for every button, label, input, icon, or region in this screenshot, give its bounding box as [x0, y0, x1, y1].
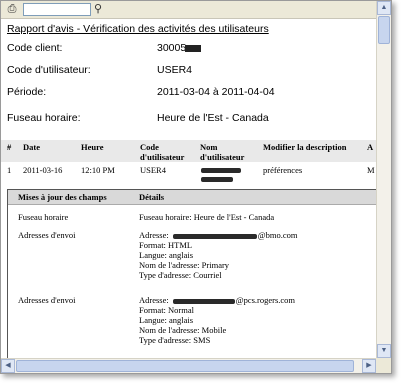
user-code-label: Code d'utilisateur: — [7, 64, 91, 76]
col-code-line1: Code — [140, 142, 159, 152]
address-1-domain: @bmo.com — [257, 230, 298, 240]
row-heure: 12:10 PM — [81, 165, 115, 175]
address-1-type: Type d'adresse: Courriel — [139, 270, 222, 280]
col-date: Date — [23, 142, 40, 152]
col-details: Détails — [139, 192, 165, 202]
report-content: Rapport d'avis - Vérification des activi… — [1, 19, 376, 359]
address-1-language: Langue: anglais — [139, 250, 194, 260]
update-detail-address-2: Adresse: @pcs.rogers.com Format: Normal L… — [139, 295, 295, 345]
row-a: M — [367, 165, 375, 175]
address-2-type: Type d'adresse: SMS — [139, 335, 211, 345]
row-code: USER4 — [140, 165, 166, 175]
row-name-redaction-1 — [201, 168, 241, 173]
col-code: Code d'utilisateur — [140, 142, 184, 162]
field-updates-header: Mises à jour des champs Détails — [8, 190, 376, 205]
user-code-value: USER4 — [157, 64, 193, 76]
update-field-address-2: Adresses d'envoi — [18, 295, 76, 305]
col-heure: Heure — [81, 142, 104, 152]
scroll-right-icon[interactable]: ▶ — [362, 359, 376, 373]
address-2-redaction — [172, 298, 235, 304]
row-desc: préférences — [263, 165, 303, 175]
binoculars-icon[interactable]: ⚲ — [91, 3, 105, 15]
period-value: 2011-03-04 à 2011-04-04 — [157, 86, 275, 98]
col-nom-line2: d'utilisateur — [200, 152, 245, 162]
col-a: A — [367, 142, 374, 152]
scroll-up-icon[interactable]: ▲ — [377, 1, 391, 15]
row-date: 2011-03-16 — [23, 165, 63, 175]
address-2-label: Adresse: — [139, 295, 169, 305]
address-2-language: Langue: anglais — [139, 315, 194, 325]
vertical-scrollbar[interactable]: ▲ ▼ — [376, 1, 391, 358]
client-code-label: Code client: — [7, 42, 63, 54]
update-field-timezone: Fuseau horaire — [18, 212, 69, 222]
timezone-value: Heure de l'Est - Canada — [157, 112, 269, 124]
col-field-updates: Mises à jour des champs — [18, 192, 107, 202]
address-1-name: Nom de l'adresse: Primary — [139, 260, 230, 270]
timezone-label: Fuseau horaire: — [7, 112, 81, 124]
address-2-domain: @pcs.rogers.com — [235, 295, 296, 305]
client-code-value: 30005 — [157, 42, 202, 54]
toolbar: ⎙ ⚲ — [1, 1, 376, 19]
client-code-redaction — [185, 44, 202, 52]
address-1-line: Adresse: @bmo.com — [139, 230, 297, 240]
address-1-format: Format: HTML — [139, 240, 193, 250]
address-1-redaction — [172, 233, 257, 239]
update-field-address-1: Adresses d'envoi — [18, 230, 76, 240]
update-detail-timezone: Fuseau horaire: Heure de l'Est - Canada — [139, 212, 275, 222]
scroll-down-icon[interactable]: ▼ — [377, 344, 391, 358]
scrollbar-corner — [376, 358, 391, 373]
col-nom-line1: Nom — [200, 142, 218, 152]
address-1-label: Adresse: — [139, 230, 169, 240]
address-2-line: Adresse: @pcs.rogers.com — [139, 295, 295, 305]
vertical-scroll-thumb[interactable] — [378, 16, 390, 44]
scroll-left-icon[interactable]: ◀ — [1, 359, 15, 373]
row-num: 1 — [7, 165, 12, 175]
address-2-format: Format: Normal — [139, 305, 195, 315]
field-updates-table: Mises à jour des champs Détails Fuseau h… — [7, 189, 376, 359]
address-2-name: Nom de l'adresse: Mobile — [139, 325, 227, 335]
horizontal-scroll-thumb[interactable] — [16, 360, 354, 372]
client-code-text: 30005 — [157, 42, 187, 54]
activity-table-header: # Date Heure Code d'utilisateur Nom d'util… — [1, 140, 376, 162]
report-window: ⎙ ⚲ Rapport d'avis - Vérification des ac… — [0, 0, 392, 374]
period-label: Période: — [7, 86, 47, 98]
col-nom: Nom d'utilisateur — [200, 142, 244, 162]
row-name-redaction-2 — [201, 177, 233, 182]
col-desc: Modifier la description — [263, 142, 347, 152]
update-detail-address-1: Adresse: @bmo.com Format: HTML Langue: an… — [139, 230, 297, 280]
col-code-line2: d'utilisateur — [140, 152, 185, 162]
horizontal-scrollbar[interactable]: ◀ ▶ — [1, 358, 376, 373]
search-input[interactable] — [23, 3, 91, 16]
printer-icon[interactable]: ⎙ — [5, 3, 19, 15]
report-title: Rapport d'avis - Vérification des activi… — [7, 23, 269, 35]
col-num: # — [7, 142, 12, 152]
